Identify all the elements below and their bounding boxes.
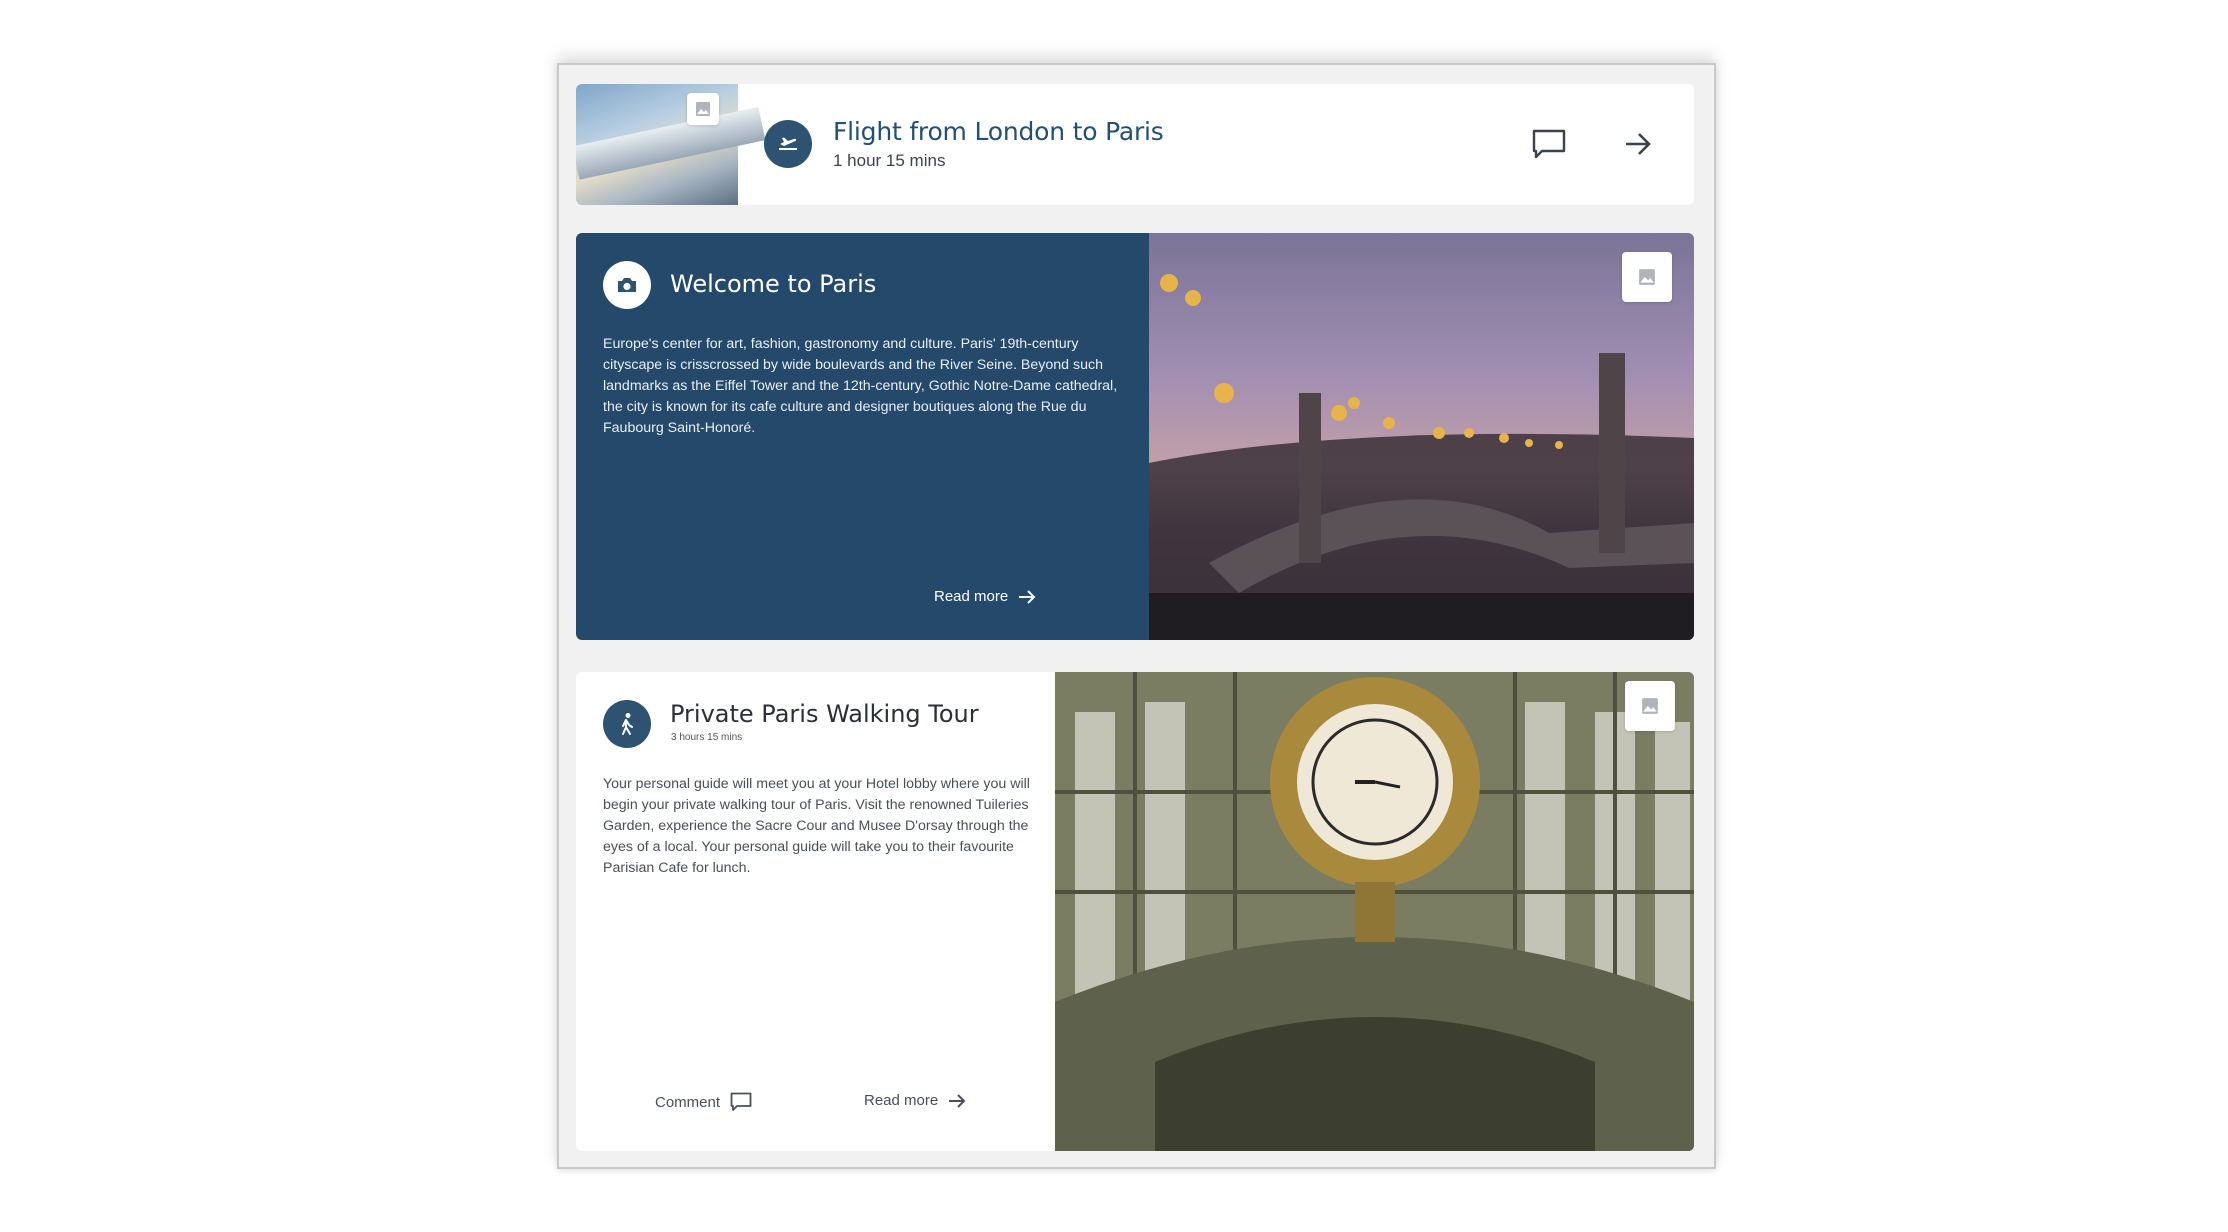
welcome-title: Welcome to Paris [670,270,877,298]
paris-bridge-photo [1149,233,1694,640]
plane-departure-icon [764,120,812,168]
tour-read-more-link[interactable]: Read more [864,1092,966,1109]
arrow-right-icon[interactable] [1616,122,1660,166]
tour-duration: 3 hours 15 mins [671,732,743,743]
image-icon[interactable] [1625,681,1675,731]
flight-card[interactable]: Flight from London to Paris 1 hour 15 mi… [576,84,1694,205]
flight-duration: 1 hour 15 mins [833,151,946,170]
image-icon[interactable] [1622,252,1672,302]
image-icon[interactable] [687,93,719,125]
comment-link[interactable]: Comment [655,1092,752,1112]
arrow-right-icon [1019,589,1036,604]
comment-icon [730,1092,752,1111]
welcome-read-more-link[interactable]: Read more [934,588,1036,605]
flight-thumbnail-image [576,84,766,205]
comment-icon[interactable] [1527,122,1571,166]
walking-tour-card: Private Paris Walking Tour 3 hours 15 mi… [576,672,1694,1151]
arrow-right-icon [949,1093,966,1108]
walking-person-icon [603,700,651,748]
airplane-wing-graphic [576,106,766,180]
read-more-label: Read more [934,588,1009,605]
welcome-description: Europe's center for art, fashion, gastro… [603,336,1118,436]
comment-label: Comment [655,1093,721,1111]
flight-title: Flight from London to Paris [833,117,1164,146]
tour-title: Private Paris Walking Tour [670,700,979,728]
museum-clock-photo [1055,672,1694,1151]
read-more-label: Read more [864,1092,939,1109]
welcome-card: Welcome to Paris Europe's center for art… [576,233,1694,640]
camera-icon [603,261,651,309]
itinerary-container: Flight from London to Paris 1 hour 15 mi… [557,63,1716,1169]
welcome-panel: Welcome to Paris Europe's center for art… [576,233,1149,640]
tour-description: Your personal guide will meet you at you… [603,776,1030,876]
